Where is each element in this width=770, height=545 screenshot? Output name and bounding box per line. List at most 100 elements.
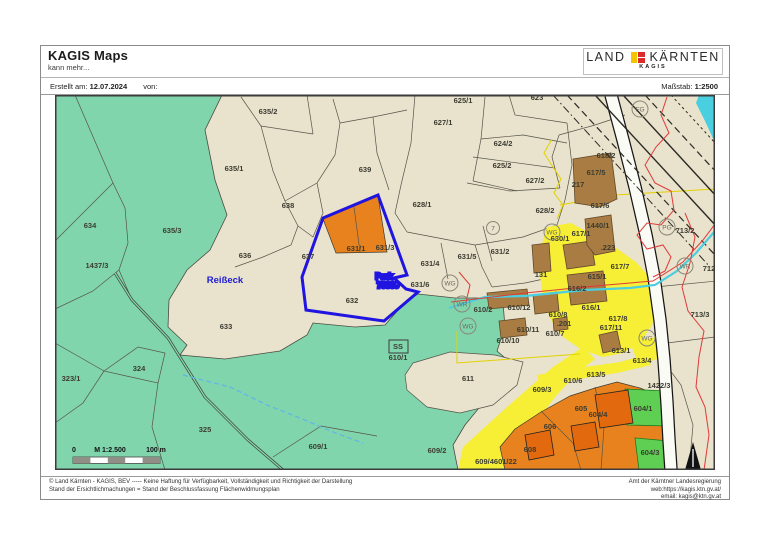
parcel-label: 625/2 <box>493 161 512 170</box>
parcel-label: 604/4 <box>589 410 609 419</box>
parcel-label: 627/1 <box>434 118 453 127</box>
footer-web: web:https://kagis.ktn.gv.at/ <box>629 487 721 495</box>
place-label: Reißeck <box>207 275 244 286</box>
parcel-label: 615/1 <box>588 272 607 281</box>
scale-value: 1:2500 <box>695 82 718 91</box>
parcel-label: 625/1 <box>454 96 473 105</box>
parcel-label: 323/1 <box>62 374 81 383</box>
parcel-label: 617/7 <box>611 262 630 271</box>
selection-label: 73339 <box>377 281 400 290</box>
parcel-label: 604/3 <box>641 448 660 457</box>
parcel-label: 131 <box>535 270 548 279</box>
parcel-label: 617/6 <box>591 201 610 210</box>
parcel-label: 617/11 <box>600 323 623 332</box>
parcel-label: 638 <box>282 201 295 210</box>
parcel-label: 608 <box>524 445 537 454</box>
scale-label: Maßstab: <box>661 82 692 91</box>
map-canvas[interactable]: 635/2625/1623627/1624/2625/2627/2639635/… <box>55 95 715 470</box>
parcel-label: 217 <box>572 180 585 189</box>
footer-agency: Amt der Kärntner Landesregierung <box>629 479 721 487</box>
von-label: von: <box>143 82 157 91</box>
parcel-label: 604/1 <box>634 404 653 413</box>
parcel-label: 609/4601/22 <box>475 457 517 466</box>
parcel-label: 324 <box>133 364 146 373</box>
parcel-label: 605 <box>575 404 588 413</box>
parcel-label: M 1:2.500 <box>94 447 126 454</box>
logo-sub-kagis: KAGIS <box>584 64 722 70</box>
svg-text:WR: WR <box>680 264 691 271</box>
parcel-label: 610/11 <box>517 325 540 334</box>
parcel-label: 613/1 <box>612 346 631 355</box>
parcel-label: 635/1 <box>225 164 244 173</box>
parcel-label: 325 <box>199 425 212 434</box>
svg-text:7: 7 <box>491 226 495 233</box>
parcel-label: 617/1 <box>572 229 591 238</box>
svg-text:FG: FG <box>635 107 644 114</box>
parcel-label: 631/1 <box>347 244 366 253</box>
parcel-label: 610/12 <box>508 303 531 312</box>
parcel-label: 632 <box>346 296 359 305</box>
parcel-label: 609/3 <box>533 385 552 394</box>
parcel-label: 617/8 <box>609 314 628 323</box>
logo-text-land: LAND <box>586 50 625 64</box>
land-kaernten-logo: LAND KÄRNTEN KAGIS <box>583 48 723 75</box>
parcel-label: 618/2 <box>597 151 616 160</box>
info-bar: Erstellt am: 12.07.2024 von: Maßstab: 1:… <box>41 78 729 95</box>
parcel-label: 0 <box>72 447 76 454</box>
parcel-label: .223 <box>601 243 616 252</box>
parcel-label: 610/8 <box>549 310 568 319</box>
parcel-label: 606 <box>544 422 557 431</box>
parcel-label: 609/1 <box>309 442 328 451</box>
footer-line1: © Land Kärnten - KAGIS, BEV ----- Keine … <box>49 479 352 487</box>
parcel-label: 610/2 <box>474 305 493 314</box>
parcel-label: 631/2 <box>491 247 510 256</box>
parcel-label: 634 <box>84 221 97 230</box>
selection-label: Park <box>375 272 393 281</box>
svg-text:PG: PG <box>662 225 671 232</box>
parcel-label: 613/4 <box>633 356 653 365</box>
created-label: Erstellt am: <box>50 82 88 91</box>
footer: © Land Kärnten - KAGIS, BEV ----- Keine … <box>41 476 729 499</box>
parcel-label: 628/1 <box>413 200 432 209</box>
footer-line2: Stand der Ersichtlichmachungen = Stand d… <box>49 487 352 495</box>
scalebar <box>73 457 160 464</box>
parcel-label: 631/6 <box>411 280 430 289</box>
parcel-label: 616/2 <box>568 284 587 293</box>
svg-text:WG: WG <box>462 324 473 331</box>
footer-email: email: kagis@ktn.gv.at <box>629 494 721 502</box>
parcel-label: 637 <box>302 252 315 261</box>
print-sheet: KAGIS Maps kann mehr... LAND KÄRNTEN KAG… <box>40 45 730 500</box>
parcel-label: 635/2 <box>259 107 278 116</box>
parcel-label: 609/2 <box>428 446 447 455</box>
parcel-label: 610/6 <box>564 376 583 385</box>
scale-info: Maßstab: 1:2500 <box>661 82 718 91</box>
header: KAGIS Maps kann mehr... LAND KÄRNTEN KAG… <box>41 46 729 78</box>
parcel-label: SS <box>393 342 403 351</box>
parcel-label: 631/3 <box>376 243 395 252</box>
parcel-label: 713/2 <box>676 226 695 235</box>
created-date: 12.07.2024 <box>90 82 128 91</box>
title-block: KAGIS Maps kann mehr... <box>48 48 128 72</box>
parcel-label: 610/7 <box>546 329 565 338</box>
created-info: Erstellt am: 12.07.2024 von: <box>50 82 157 91</box>
parcel-label: 712 <box>703 264 715 273</box>
parcel-label: 610/1 <box>389 353 408 362</box>
parcel-label: 617/5 <box>587 168 606 177</box>
parcel-label: 633 <box>220 322 233 331</box>
parcel-label: 611 <box>462 374 474 383</box>
parcel-label: .201 <box>557 319 572 328</box>
parcel-label: 1422/3 <box>648 381 671 390</box>
parcel-label: 610/10 <box>497 336 520 345</box>
parcel-label: 631/5 <box>458 252 477 261</box>
app-title: KAGIS Maps <box>48 48 128 63</box>
parcel-label: 631/4 <box>421 259 441 268</box>
parcel-label: 616/1 <box>582 303 601 312</box>
parcel-label: 635/3 <box>163 226 182 235</box>
app-subtitle: kann mehr... <box>48 63 128 72</box>
parcel-label: 624/2 <box>494 139 513 148</box>
svg-text:WG: WG <box>546 230 557 237</box>
parcel-label: 636 <box>239 251 252 260</box>
parcel-label: 628/2 <box>536 206 555 215</box>
parcel-label: 639 <box>359 165 372 174</box>
parcel-label: 100 m <box>146 447 166 454</box>
